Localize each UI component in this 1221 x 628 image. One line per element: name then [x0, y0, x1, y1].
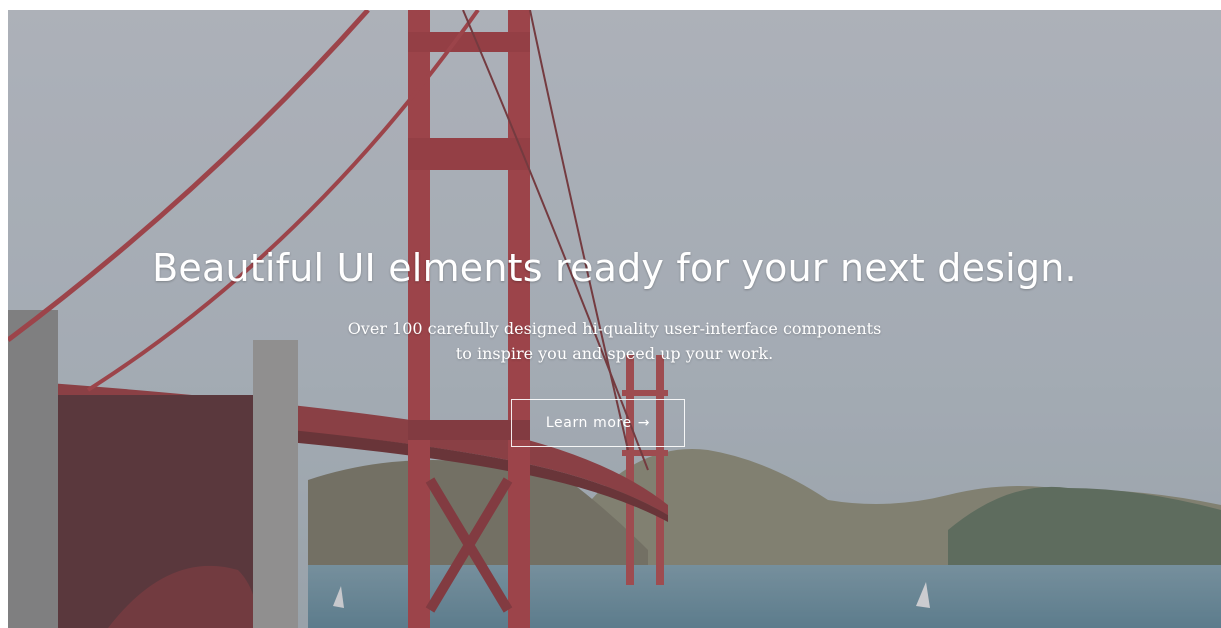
hero-content: Beautiful UI elments ready for your next… — [8, 10, 1221, 628]
hero-headline: Beautiful UI elments ready for your next… — [152, 246, 1077, 290]
learn-more-label: Learn more — [545, 415, 632, 431]
page: Beautiful UI elments ready for your next… — [0, 0, 1221, 628]
learn-more-button[interactable]: Learn more → — [511, 399, 685, 447]
arrow-right-icon: → — [637, 415, 651, 431]
hero-section: Beautiful UI elments ready for your next… — [8, 10, 1221, 628]
hero-subtext: Over 100 carefully designed hi-quality u… — [347, 319, 882, 363]
